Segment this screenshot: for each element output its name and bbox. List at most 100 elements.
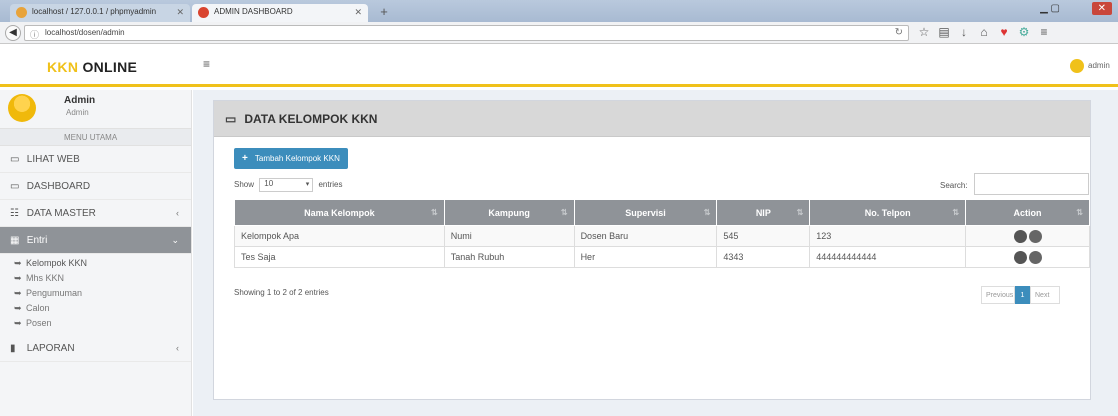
tab-title: ADMIN DASHBOARD: [214, 7, 293, 16]
table-row: Tes Saja Tanah Rubuh Her 4343 4444444444…: [234, 246, 1090, 268]
add-kelompok-button[interactable]: + Tambah Kelompok KKN: [234, 148, 348, 169]
user-avatar[interactable]: [1070, 59, 1084, 73]
book-icon: ▮: [10, 343, 16, 354]
chevron-down-icon: ⌄: [171, 235, 179, 245]
library-icon[interactable]: ▤: [938, 25, 958, 39]
pocket-icon[interactable]: ♥: [998, 25, 1018, 39]
monitor-icon: ▭: [225, 112, 237, 126]
logo-online-text: ONLINE: [82, 59, 138, 75]
submenu-item-mhs-kkn[interactable]: ➥ Mhs KKN: [0, 271, 191, 286]
close-tab-icon[interactable]: ✕: [354, 7, 362, 18]
sidebar-toggle-icon[interactable]: ≡: [203, 57, 210, 71]
browser-tab-admin-dashboard[interactable]: ADMIN DASHBOARD ✕: [192, 4, 368, 22]
back-button[interactable]: ◀: [5, 25, 21, 41]
cell-action: [965, 225, 1090, 247]
reload-icon[interactable]: ↻: [895, 27, 903, 38]
submenu-item-kelompok-kkn[interactable]: ➥ Kelompok KKN: [0, 256, 191, 271]
user-avatar-large: [8, 94, 36, 122]
sidebar-item-data-master[interactable]: ☷ DATA MASTER ‹: [0, 200, 191, 227]
sidebar-item-laporan[interactable]: ▮ LAPORAN ‹: [0, 335, 191, 362]
bookmark-star-icon[interactable]: ☆: [918, 25, 938, 39]
cell-nip: 545: [716, 225, 811, 247]
column-label: Kampung: [488, 207, 530, 218]
cell-nip: 4343: [716, 246, 811, 268]
column-header-action[interactable]: Action ⇅: [965, 199, 1090, 226]
edit-button[interactable]: [1013, 229, 1027, 243]
sort-icon: ⇅: [703, 208, 711, 217]
user-role: Admin: [66, 108, 89, 117]
column-header-no-telpon[interactable]: No. Telpon ⇅: [809, 199, 967, 226]
extension-icon[interactable]: ⚙: [1018, 25, 1038, 39]
user-name: Admin: [64, 95, 96, 106]
delete-button[interactable]: [1028, 229, 1042, 243]
download-icon[interactable]: ↓: [958, 25, 978, 39]
menu-heading: MENU UTAMA: [0, 128, 191, 146]
cell-kampung: Numi: [443, 225, 575, 247]
browser-navigation-bar: ◀ ⓘ localhost/dosen/admin ↻ ☆▤ ↓ ⌂ ♥ ⚙ ≡: [0, 22, 1118, 44]
column-label: Supervisi: [625, 207, 666, 218]
cell-nama-kelompok: Kelompok Apa: [234, 225, 445, 247]
entry-icon: ▦: [10, 235, 20, 246]
menu-icon[interactable]: ≡: [1038, 25, 1058, 39]
close-tab-icon[interactable]: ✕: [176, 7, 184, 18]
sort-icon: ⇅: [560, 208, 568, 217]
cell-kampung: Tanah Rubuh: [443, 246, 575, 268]
add-button-label: Tambah Kelompok KKN: [254, 154, 340, 163]
entries-per-page-select[interactable]: 10 ▾: [259, 178, 314, 192]
url-text: localhost/dosen/admin: [45, 28, 125, 37]
address-bar[interactable]: ⓘ localhost/dosen/admin ↻: [24, 25, 909, 41]
cell-no-telpon: 444444444444: [809, 246, 967, 268]
entries-per-page-value: 10: [264, 179, 274, 188]
column-header-nip[interactable]: NIP ⇅: [716, 199, 811, 226]
cell-no-telpon: 123: [809, 225, 967, 247]
chevron-left-icon: ‹: [176, 208, 179, 218]
user-panel: Admin Admin: [0, 90, 191, 128]
tab-title: localhost / 127.0.0.1 / phpmyadmin: [32, 7, 157, 16]
dropdown-caret-icon: ▾: [305, 181, 310, 188]
cell-supervisi: Her: [573, 246, 718, 268]
arrow-right-icon: ➥: [14, 303, 22, 313]
app-header: KKN ONLINE ≡ admin: [0, 44, 1118, 87]
chevron-left-icon: ‹: [176, 343, 179, 353]
delete-button[interactable]: [1028, 250, 1042, 264]
sidebar: Admin Admin MENU UTAMA ▭ LIHAT WEB ▭ DAS…: [0, 90, 192, 416]
browser-tab-phpmyadmin[interactable]: localhost / 127.0.0.1 / phpmyadmin ✕: [10, 4, 190, 22]
search-label: Search:: [940, 181, 968, 190]
submenu-item-pengumuman[interactable]: ➥ Pengumuman: [0, 286, 191, 301]
sidebar-item-label: LAPORAN: [26, 343, 75, 354]
kelompok-table: Nama Kelompok ⇅ Kampung ⇅ Supervisi ⇅ NIP ⇅ …: [234, 199, 1090, 268]
plus-icon: +: [242, 153, 248, 164]
next-page-button[interactable]: Next: [1030, 286, 1060, 304]
previous-page-button[interactable]: Previous: [981, 286, 1015, 304]
minimize-window-icon[interactable]: ▁ ▢: [1034, 2, 1066, 15]
column-header-kampung[interactable]: Kampung ⇅: [443, 199, 575, 226]
site-info-icon[interactable]: ⓘ: [30, 28, 39, 41]
entries-label: entries: [318, 180, 343, 190]
sort-icon: ⇅: [1076, 208, 1083, 217]
app-logo[interactable]: KKN ONLINE: [47, 59, 137, 75]
search-input[interactable]: [974, 173, 1089, 195]
page-1-button[interactable]: 1: [1015, 286, 1030, 304]
close-window-icon[interactable]: ✕: [1091, 2, 1112, 15]
monitor-icon: ▭: [10, 181, 20, 192]
column-header-nama-kelompok[interactable]: Nama Kelompok ⇅: [234, 199, 445, 226]
header-username[interactable]: admin: [1088, 61, 1110, 70]
new-tab-button[interactable]: +: [374, 4, 394, 20]
submenu-item-calon[interactable]: ➥ Calon: [0, 301, 191, 316]
home-icon[interactable]: ⌂: [978, 25, 998, 39]
submenu-item-posen[interactable]: ➥ Posen: [0, 316, 191, 331]
column-label: Nama Kelompok: [304, 207, 375, 218]
site-favicon-icon: [198, 7, 209, 18]
submenu-item-label: Pengumuman: [26, 288, 83, 298]
arrow-right-icon: ➥: [14, 273, 22, 283]
sidebar-item-lihat-web[interactable]: ▭ LIHAT WEB: [0, 146, 191, 173]
edit-button[interactable]: [1013, 250, 1027, 264]
main-content: ▭ DATA KELOMPOK KKN + Tambah Kelompok KK…: [193, 90, 1118, 416]
cell-supervisi: Dosen Baru: [573, 225, 718, 247]
sidebar-item-dashboard[interactable]: ▭ DASHBOARD: [0, 173, 191, 200]
arrow-right-icon: ➥: [14, 318, 22, 328]
browser-tab-bar: localhost / 127.0.0.1 / phpmyadmin ✕ ADM…: [0, 0, 1118, 22]
sidebar-item-entri[interactable]: ▦ Entri ⌄: [0, 227, 191, 254]
sidebar-submenu-entri: ➥ Kelompok KKN ➥ Mhs KKN ➥ Pengumuman ➥ Calo…: [0, 254, 191, 335]
column-header-supervisi[interactable]: Supervisi ⇅: [573, 199, 718, 226]
